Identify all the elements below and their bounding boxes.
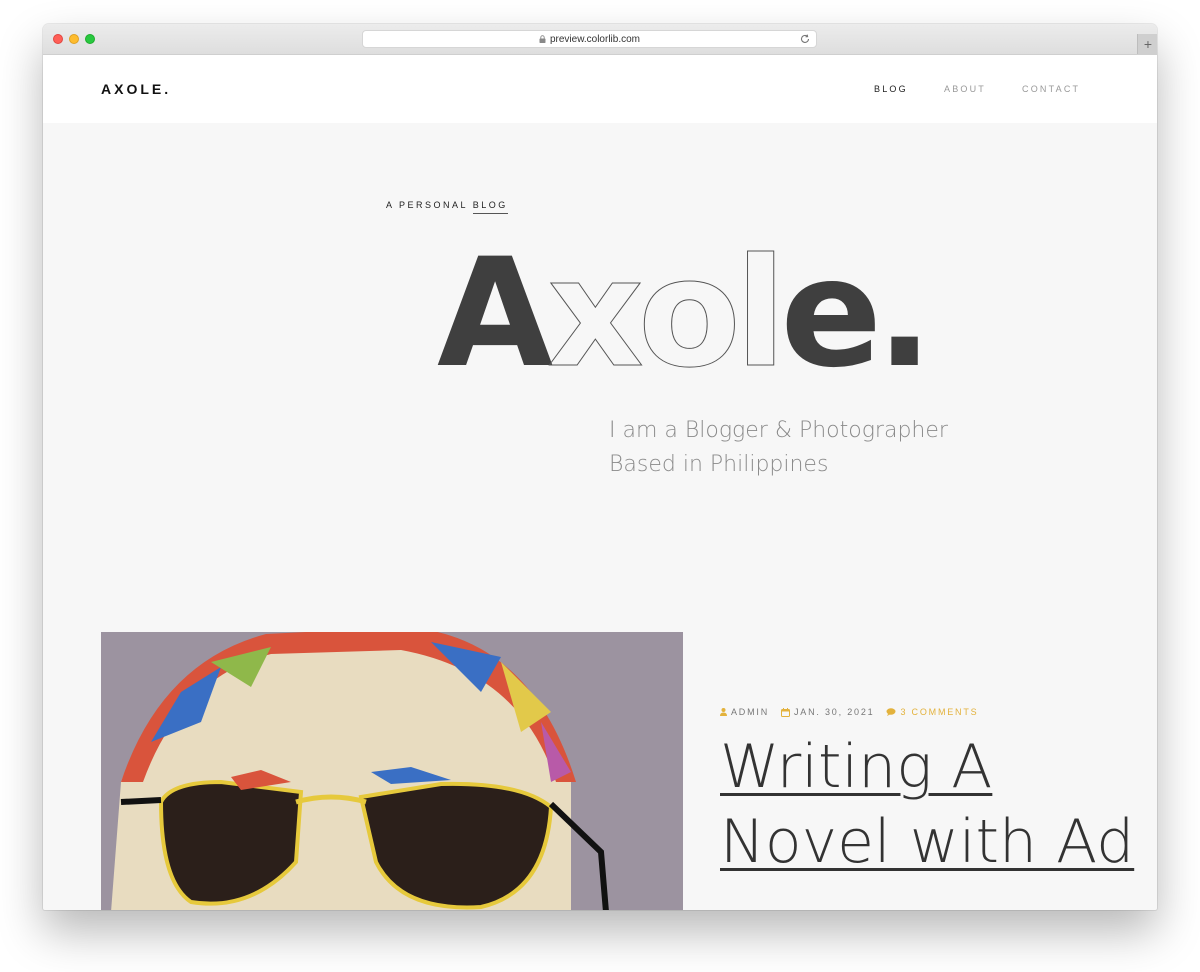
post-comments[interactable]: 3 COMMENTS bbox=[886, 707, 978, 717]
post-meta: ADMIN JAN. 30, 2021 3 COMMENTS bbox=[720, 707, 990, 717]
plus-icon: + bbox=[1143, 36, 1153, 52]
post-author[interactable]: ADMIN bbox=[720, 707, 769, 717]
address-bar-url: preview.colorlib.com bbox=[549, 33, 641, 45]
zoom-window-button[interactable] bbox=[85, 34, 95, 44]
calendar-icon bbox=[781, 707, 790, 717]
hero-title: Axole. bbox=[437, 234, 933, 394]
hero-tagline-line1: I am a Blogger & Photographer bbox=[609, 418, 948, 443]
nav-contact[interactable]: CONTACT bbox=[1022, 84, 1080, 94]
site-header: AXOLE. BLOG ABOUT CONTACT bbox=[43, 55, 1157, 123]
reload-icon[interactable] bbox=[799, 33, 811, 45]
nav-blog[interactable]: BLOG bbox=[874, 84, 908, 94]
hero-eyebrow-underlined: BLOG bbox=[472, 200, 508, 214]
close-window-button[interactable] bbox=[53, 34, 63, 44]
post-date-label: JAN. 30, 2021 bbox=[794, 707, 875, 717]
post-title[interactable]: Writing A Novel with Ad bbox=[720, 730, 1140, 880]
minimize-window-button[interactable] bbox=[69, 34, 79, 44]
hero-title-text: Axole. bbox=[437, 234, 927, 394]
hero-eyebrow-prefix: A PERSONAL bbox=[386, 200, 473, 210]
lock-icon bbox=[539, 35, 546, 43]
hero-tagline-line2: Based in Philippines bbox=[609, 452, 829, 477]
post-featured-image[interactable] bbox=[101, 632, 683, 910]
new-tab-button[interactable]: + bbox=[1137, 34, 1157, 54]
hero-eyebrow: A PERSONAL BLOG bbox=[386, 200, 508, 214]
post-comments-label: 3 COMMENTS bbox=[900, 707, 979, 717]
nav-about[interactable]: ABOUT bbox=[944, 84, 986, 94]
browser-titlebar: preview.colorlib.com + bbox=[43, 24, 1157, 55]
post-date[interactable]: JAN. 30, 2021 bbox=[781, 707, 874, 717]
site-logo[interactable]: AXOLE. bbox=[101, 81, 171, 97]
address-bar[interactable]: preview.colorlib.com bbox=[362, 30, 817, 48]
browser-window: preview.colorlib.com + AXOLE. BLOG ABOUT… bbox=[43, 24, 1157, 910]
post-author-label: ADMIN bbox=[731, 707, 769, 717]
hero-tagline: I am a Blogger & Photographer Based in P… bbox=[609, 414, 948, 482]
comment-icon bbox=[886, 708, 896, 716]
user-icon bbox=[720, 708, 727, 716]
